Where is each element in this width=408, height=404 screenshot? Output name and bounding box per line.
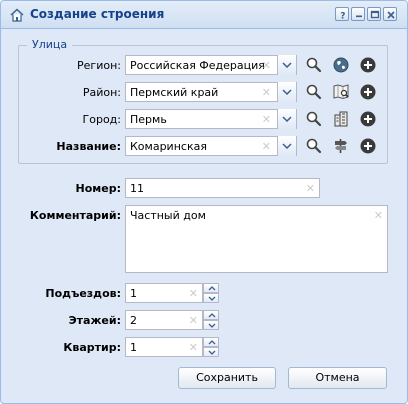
apartments-increment[interactable] (203, 337, 219, 347)
chevron-down-icon (282, 89, 292, 95)
entrances-field[interactable]: 1 ✕ (125, 283, 203, 303)
globe-icon[interactable] (331, 55, 351, 75)
region-add-icon[interactable] (358, 55, 378, 75)
entrances-stepper[interactable] (203, 283, 219, 303)
floors-stepper[interactable] (203, 310, 219, 330)
district-search-icon[interactable] (304, 82, 324, 102)
close-icon (387, 11, 395, 19)
district-add-icon[interactable] (358, 82, 378, 102)
chevron-down-icon (208, 296, 216, 301)
number-label: Номер: (75, 182, 122, 195)
floors-field[interactable]: 2 ✕ (125, 310, 203, 330)
chevron-down-icon (282, 116, 292, 122)
signpost-icon[interactable] (331, 136, 351, 156)
building-create-window: Создание строения ? Улица Регион: Россий… (0, 0, 408, 404)
floors-clear-icon[interactable]: ✕ (189, 314, 198, 327)
home-icon (10, 8, 24, 22)
floors-label: Этажей: (68, 314, 121, 327)
chevron-up-icon (208, 286, 216, 291)
region-label: Регион: (77, 59, 121, 72)
district-label: Район: (82, 86, 121, 99)
save-button[interactable]: Сохранить (178, 367, 276, 389)
city-label: Город: (82, 113, 121, 126)
district-combobox[interactable]: Пермский край ✕ (125, 82, 297, 102)
apartments-label: Квартир: (63, 341, 121, 354)
city-combobox[interactable]: Пермь ✕ (125, 109, 297, 129)
street-name-label: Название: (56, 140, 121, 153)
question-icon: ? (340, 12, 345, 22)
number-clear-icon[interactable]: ✕ (306, 182, 315, 195)
region-search-icon[interactable] (304, 55, 324, 75)
city-value: Пермь (130, 113, 167, 126)
entrances-increment[interactable] (203, 283, 219, 293)
comment-clear-icon[interactable]: ✕ (374, 209, 383, 222)
street-name-search-icon[interactable] (304, 136, 324, 156)
maximize-button[interactable] (367, 7, 381, 21)
apartments-decrement[interactable] (203, 347, 219, 357)
map-search-icon[interactable] (331, 82, 351, 102)
minimize-button[interactable] (351, 7, 365, 21)
entrances-decrement[interactable] (203, 293, 219, 303)
apartments-stepper[interactable] (203, 337, 219, 357)
street-name-clear-icon[interactable]: ✕ (262, 140, 271, 153)
region-value: Российская Федерация (130, 59, 265, 72)
apartments-value: 1 (130, 341, 137, 354)
street-name-add-icon[interactable] (358, 136, 378, 156)
chevron-down-icon (208, 350, 216, 355)
help-button[interactable]: ? (335, 7, 349, 21)
entrances-clear-icon[interactable]: ✕ (189, 287, 198, 300)
number-value: 11 (130, 182, 144, 195)
chevron-up-icon (208, 340, 216, 345)
comment-textarea[interactable]: Частный дом ✕ (125, 205, 388, 273)
region-combobox[interactable]: Российская Федерация ✕ (125, 55, 297, 75)
entrances-label: Подъездов: (45, 287, 121, 300)
region-dropdown-trigger[interactable] (277, 55, 296, 75)
cancel-button[interactable]: Отмена (288, 367, 387, 389)
apartments-field[interactable]: 1 ✕ (125, 337, 203, 357)
chevron-down-icon (282, 143, 292, 149)
street-name-combobox[interactable]: Комаринская ✕ (125, 136, 297, 156)
district-dropdown-trigger[interactable] (277, 82, 296, 102)
city-dropdown-trigger[interactable] (277, 109, 296, 129)
chevron-up-icon (208, 313, 216, 318)
floors-decrement[interactable] (203, 320, 219, 330)
chevron-down-icon (208, 323, 216, 328)
minimize-icon (356, 15, 362, 18)
title-bar[interactable]: Создание строения ? (1, 1, 407, 29)
floors-value: 2 (130, 314, 137, 327)
chevron-down-icon (282, 62, 292, 68)
close-button[interactable] (383, 7, 397, 21)
window-title: Создание строения (30, 7, 165, 21)
svg-text:?: ? (340, 12, 345, 22)
street-legend: Улица (27, 38, 73, 51)
comment-label: Комментарий: (29, 209, 121, 222)
city-search-icon[interactable] (304, 109, 324, 129)
region-clear-icon[interactable]: ✕ (262, 59, 271, 72)
floors-increment[interactable] (203, 310, 219, 320)
comment-value: Частный дом (130, 209, 206, 222)
city-add-icon[interactable] (358, 109, 378, 129)
entrances-value: 1 (130, 287, 137, 300)
district-value: Пермский край (130, 86, 219, 99)
maximize-icon (370, 10, 380, 19)
street-name-dropdown-trigger[interactable] (277, 136, 296, 156)
district-clear-icon[interactable]: ✕ (262, 86, 271, 99)
apartments-clear-icon[interactable]: ✕ (189, 341, 198, 354)
city-clear-icon[interactable]: ✕ (262, 113, 271, 126)
street-name-value: Комаринская (130, 140, 207, 153)
number-field[interactable]: 11 ✕ (125, 178, 320, 198)
buildings-icon[interactable] (331, 109, 351, 129)
